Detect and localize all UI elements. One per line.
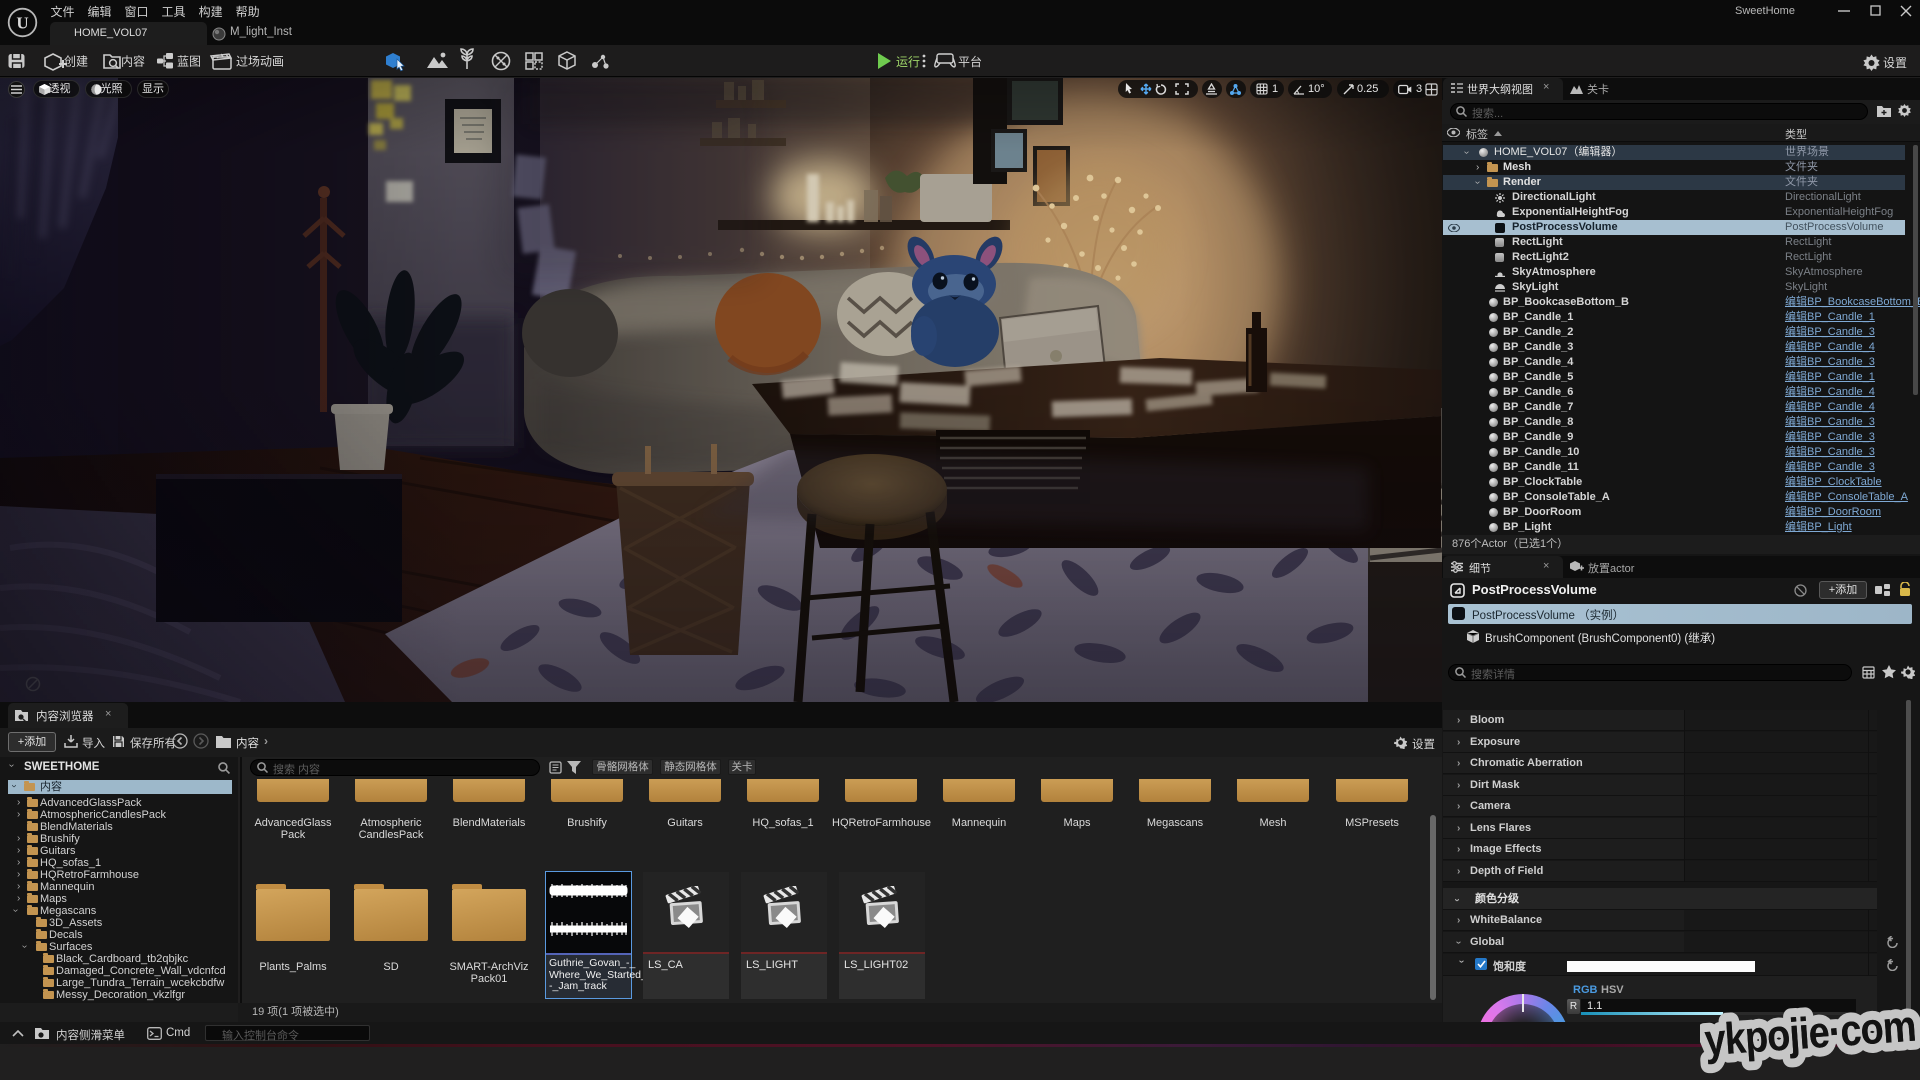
svg-text:内容: 内容 (121, 54, 145, 69)
svg-text:U: U (16, 14, 28, 33)
svg-text:创建: 创建 (64, 55, 88, 69)
svg-text:ykpojie·com: ykpojie·com (1703, 1001, 1917, 1065)
svg-text:平台: 平台 (958, 54, 982, 69)
svg-text:运行: 运行 (896, 55, 920, 69)
svg-text:设置: 设置 (1883, 56, 1907, 70)
svg-text:过场动画: 过场动画 (236, 55, 284, 69)
svg-text:蓝图: 蓝图 (177, 55, 201, 69)
